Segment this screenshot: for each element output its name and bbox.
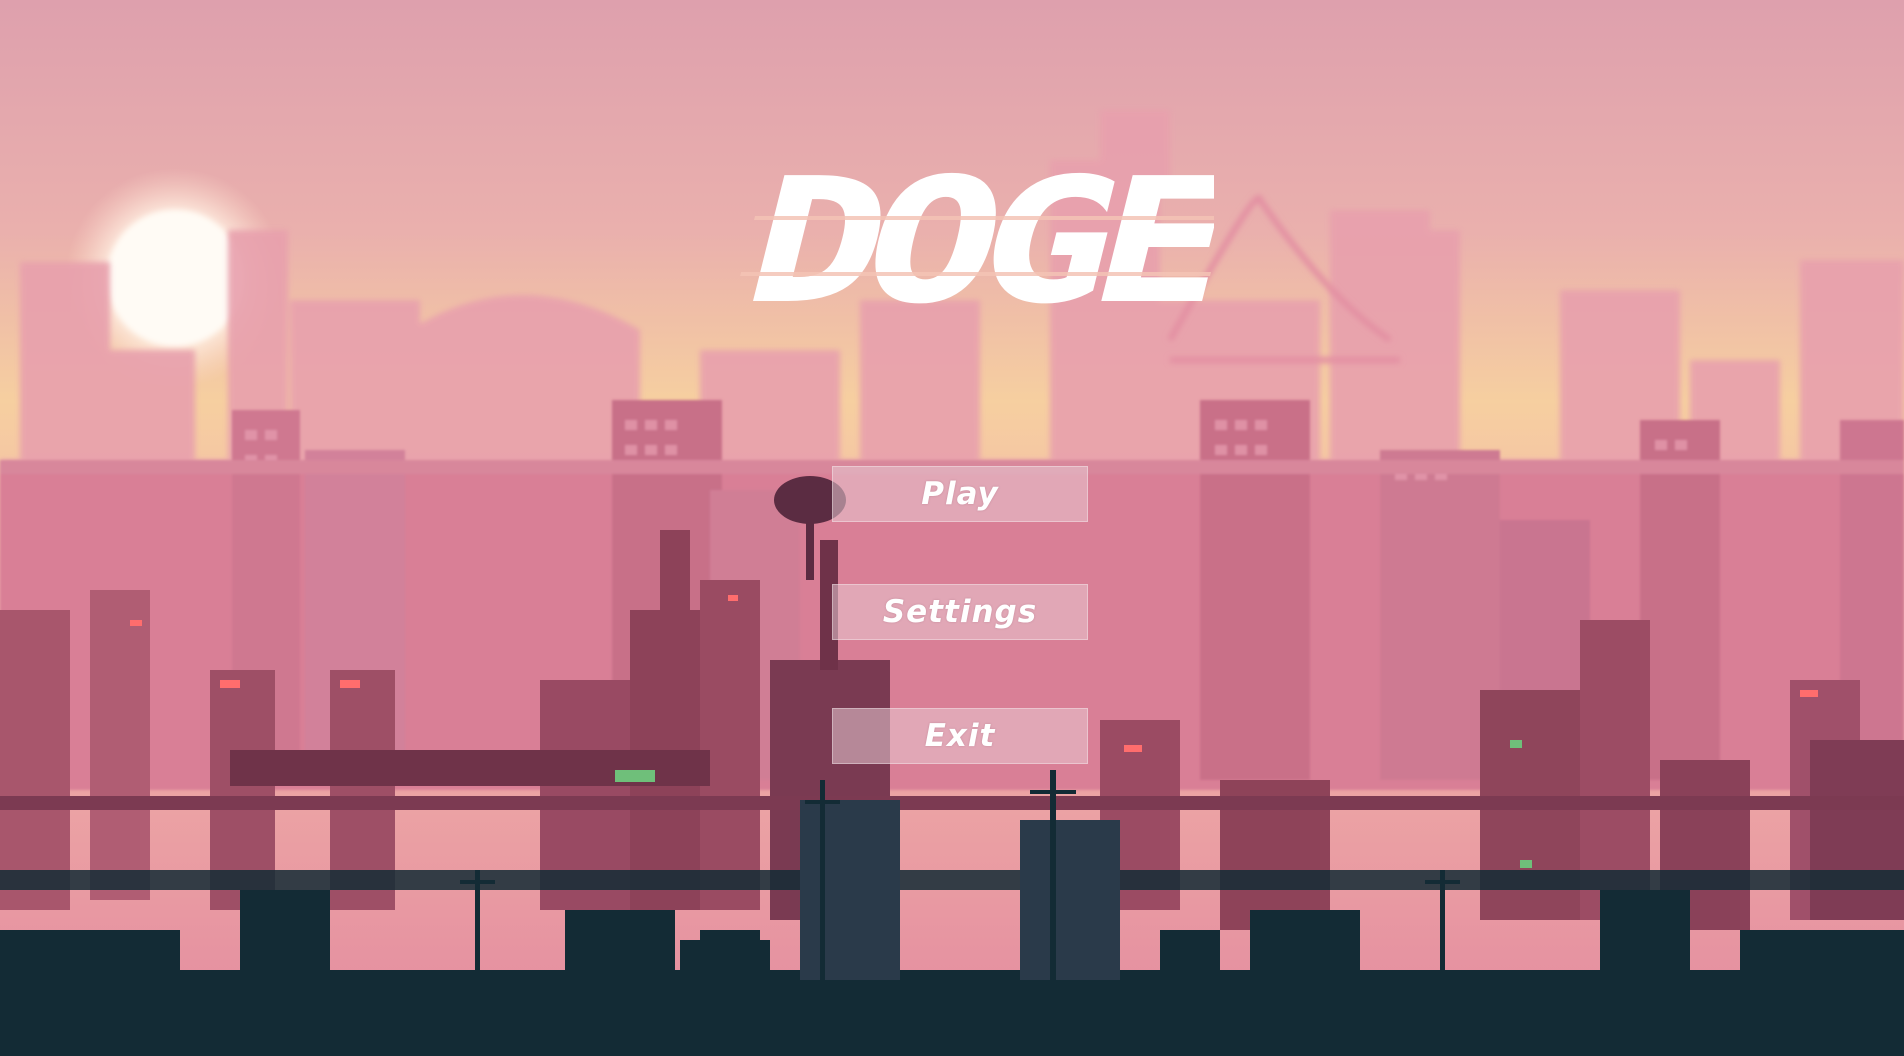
city-background xyxy=(0,0,1904,1056)
play-button[interactable]: Play xyxy=(832,466,1088,522)
exit-button-label: Exit xyxy=(924,718,996,754)
game-title-text: DOGE xyxy=(730,172,1214,327)
main-menu-screen: DOGE Play Settings Exit xyxy=(0,0,1904,1056)
settings-button[interactable]: Settings xyxy=(832,584,1088,640)
settings-button-label: Settings xyxy=(882,594,1038,630)
play-button-label: Play xyxy=(921,476,999,512)
exit-button[interactable]: Exit xyxy=(832,708,1088,764)
game-title: DOGE xyxy=(729,172,1214,327)
